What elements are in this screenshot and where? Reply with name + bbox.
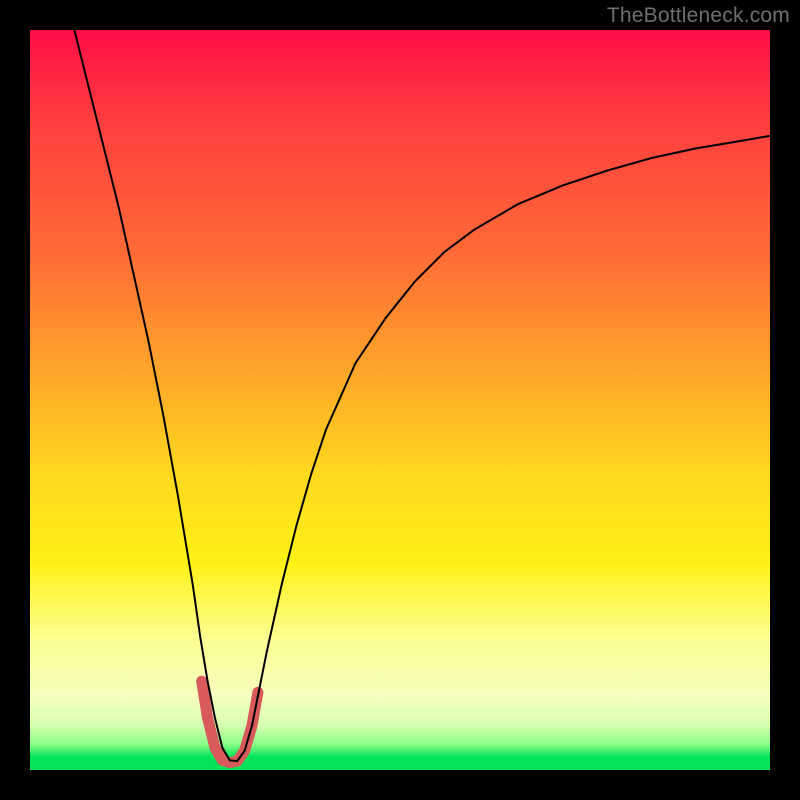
plot-area — [30, 30, 770, 770]
curve-layer — [30, 30, 770, 770]
bottleneck-curve-path — [74, 30, 770, 761]
watermark-text: TheBottleneck.com — [607, 4, 790, 28]
chart-frame: TheBottleneck.com — [0, 0, 800, 800]
